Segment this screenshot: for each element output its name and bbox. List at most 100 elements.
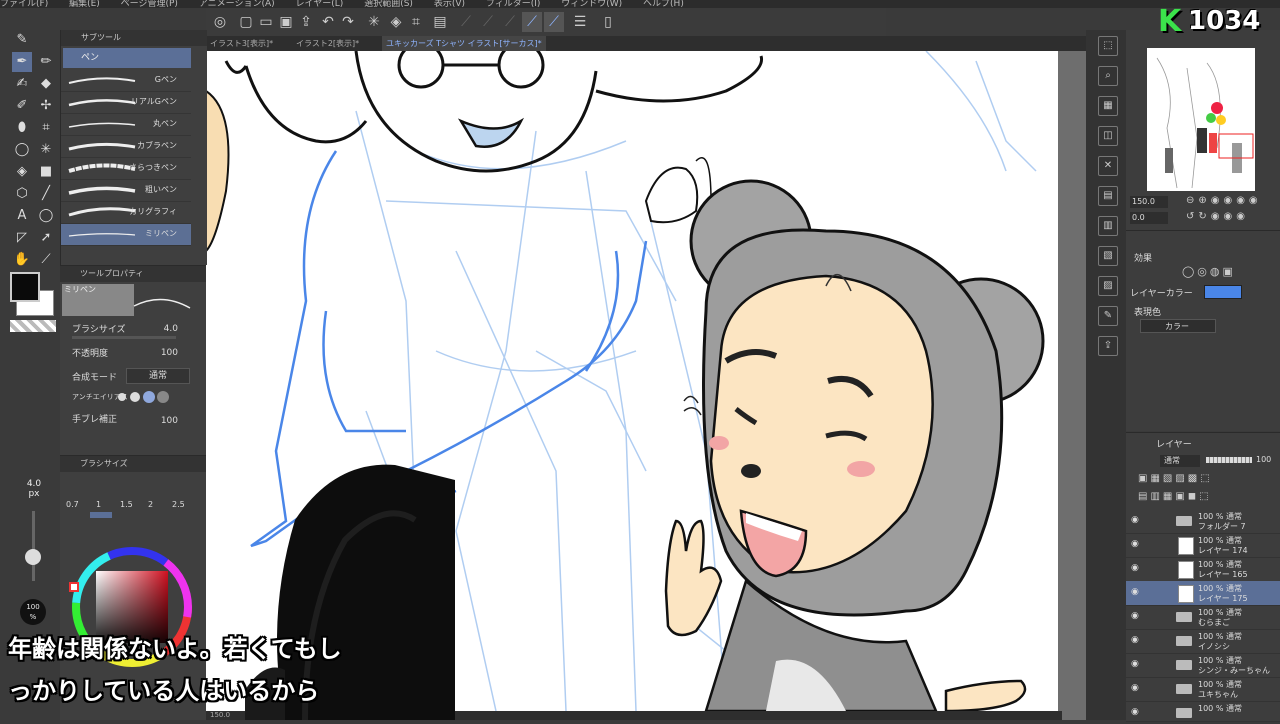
size-slider[interactable] xyxy=(32,511,35,581)
layer-row-selected[interactable]: ◉ 100 % 通常 レイヤー 175 xyxy=(1126,581,1280,606)
ruler-tool-icon[interactable]: ◸ xyxy=(12,228,32,248)
tab-illust3[interactable]: イラスト3[表示]* xyxy=(206,36,277,51)
menu-file[interactable]: ファイル(F) xyxy=(0,0,48,8)
menu-page[interactable]: ページ管理(P) xyxy=(121,0,178,8)
brush-milli-pen[interactable]: ミリペン xyxy=(61,224,191,246)
redo-icon[interactable]: ↷ xyxy=(338,12,358,32)
clip-studio-icon[interactable]: ◎ xyxy=(210,12,230,32)
eye-icon[interactable]: ◉ xyxy=(1131,659,1143,669)
brush-rough-pen[interactable]: さらつきペン xyxy=(61,158,191,180)
brush-tool-icon[interactable]: ✍ xyxy=(12,74,32,94)
save-icon[interactable]: ▣ xyxy=(276,12,296,32)
fill-icon[interactable]: ◈ xyxy=(386,12,406,32)
antialias-options[interactable] xyxy=(116,389,186,403)
opacity-value[interactable]: 100 xyxy=(161,348,178,358)
brush-coarse-pen[interactable]: 粗いペン xyxy=(61,180,191,202)
expression-color-select[interactable]: カラー xyxy=(1140,319,1216,333)
layer-tool-buttons[interactable]: ▣▦▧▨▩⬚ xyxy=(1138,473,1213,484)
eye-icon[interactable]: ◉ xyxy=(1131,563,1143,573)
menu-filter[interactable]: フィルター(I) xyxy=(486,0,541,8)
snap-off-icon[interactable]: ⟋ xyxy=(500,12,520,32)
stabilize-value[interactable]: 100 xyxy=(161,416,178,426)
eye-icon[interactable]: ◉ xyxy=(1131,683,1143,693)
grid-off-icon[interactable]: ⟋ xyxy=(478,12,498,32)
edit-icon[interactable]: ✎ xyxy=(1098,306,1118,326)
menu-animation[interactable]: アニメーション(A) xyxy=(199,0,275,8)
material-icon[interactable]: ⬚ xyxy=(1098,36,1118,56)
size-preset-2[interactable]: 1.5 xyxy=(120,500,133,509)
hand-tool-icon[interactable]: ✋ xyxy=(12,250,32,270)
pencil-tool-icon[interactable]: ✏ xyxy=(36,52,56,72)
layer-opacity-value[interactable]: 100 xyxy=(1256,455,1271,464)
menu-help[interactable]: ヘルプ(H) xyxy=(643,0,684,8)
brush-kabura-pen[interactable]: カブラペン xyxy=(61,136,191,158)
transform-icon[interactable]: ⌗ xyxy=(406,12,426,32)
search-icon[interactable]: ⌕ xyxy=(1098,66,1118,86)
tab-illust2[interactable]: イラスト2[表示]* xyxy=(292,36,363,51)
nav-rotate-input[interactable]: 0.0 xyxy=(1130,212,1168,224)
snap-ruler-icon[interactable]: ⟋ xyxy=(522,12,542,32)
layer-row[interactable]: ◉ 100 % 通常 フォルダー 7 xyxy=(1126,509,1280,534)
blend-mode-select[interactable]: 通常 xyxy=(126,368,190,384)
brush-head-icon[interactable]: ✎ xyxy=(12,30,32,50)
pen-tool-icon[interactable]: ✒ xyxy=(12,52,32,72)
new-file-icon[interactable]: ▢ xyxy=(236,12,256,32)
layer-row[interactable]: ◉ 100 % 通常 ユキちゃん xyxy=(1126,677,1280,702)
lasso-tool-icon[interactable]: ◯ xyxy=(12,140,32,160)
layer-row[interactable]: ◉ 100 % 通常 xyxy=(1126,701,1280,722)
canvas-icon[interactable]: ▤ xyxy=(430,12,450,32)
settings-list-icon[interactable]: ☰ xyxy=(570,12,590,32)
layer-action-buttons[interactable]: ▤▥▦▣◼⬚ xyxy=(1138,491,1212,502)
layer-blend-select[interactable]: 通常 xyxy=(1160,455,1200,467)
nav-rotate-buttons[interactable]: ↺↻◉◉◉ xyxy=(1186,211,1249,222)
open-file-icon[interactable]: ▭ xyxy=(256,12,276,32)
eye-icon[interactable]: ◉ xyxy=(1131,611,1143,621)
transparent-color[interactable] xyxy=(10,320,56,332)
gradient-tool-icon[interactable]: ■ xyxy=(36,162,56,182)
menu-view[interactable]: 表示(V) xyxy=(434,0,465,8)
subtool-group[interactable]: ペン xyxy=(63,48,191,68)
size-preset-4[interactable]: 2.5 xyxy=(172,500,185,509)
export-icon[interactable]: ⇪ xyxy=(296,12,316,32)
layer-row[interactable]: ◉ 100 % 通常 レイヤー 165 xyxy=(1126,557,1280,582)
eye-icon[interactable]: ◉ xyxy=(1131,635,1143,645)
menu-layer[interactable]: レイヤー(L) xyxy=(296,0,344,8)
decoration-tool-icon[interactable]: ✢ xyxy=(36,96,56,116)
navigator-thumbnail[interactable] xyxy=(1147,48,1255,191)
layer-row[interactable]: ◉ 100 % 通常 レイヤー 174 xyxy=(1126,533,1280,558)
layer-property-icon[interactable]: ▦ xyxy=(1098,96,1118,116)
mesh-tool-icon[interactable]: ⌗ xyxy=(36,118,56,138)
timeline-icon[interactable]: ▥ xyxy=(1098,216,1118,236)
tab-tshirt-illust[interactable]: ユキッカーズ Tシャツ イラスト[サーカス]* xyxy=(382,36,546,51)
brush-g-pen[interactable]: Gペン xyxy=(61,70,191,92)
airbrush-tool-icon[interactable]: ✐ xyxy=(12,96,32,116)
effect-buttons[interactable]: ◯◎◍▣ xyxy=(1182,265,1236,278)
smartphone-icon[interactable]: ▯ xyxy=(598,12,618,32)
nav-zoom-input[interactable]: 150.0 xyxy=(1130,196,1168,208)
eyedropper-tool-icon[interactable]: ⟋ xyxy=(36,250,56,270)
brush-maru-pen[interactable]: 丸ペン xyxy=(61,114,191,136)
auto-select-tool-icon[interactable]: ✳ xyxy=(36,140,56,160)
size-preset-3[interactable]: 2 xyxy=(148,500,153,509)
layer-row[interactable]: ◉ 100 % 通常 シンジ・みーちゃん xyxy=(1126,653,1280,678)
nav-zoom-buttons[interactable]: ⊖⊕◉◉◉◉ xyxy=(1186,195,1262,206)
eye-icon[interactable]: ◉ xyxy=(1131,707,1143,717)
brush-size-slider[interactable] xyxy=(72,336,176,339)
snap-special-icon[interactable]: ⟋ xyxy=(544,12,564,32)
text-tool-icon[interactable]: A xyxy=(12,206,32,226)
item-bank-icon[interactable]: ▨ xyxy=(1098,276,1118,296)
layer-search-icon[interactable]: ▤ xyxy=(1098,186,1118,206)
history-icon[interactable]: ◫ xyxy=(1098,126,1118,146)
layer-row[interactable]: ◉ 100 % 通常 むらまご xyxy=(1126,605,1280,630)
menu-edit[interactable]: 編集(E) xyxy=(69,0,100,8)
menu-window[interactable]: ウィンドウ(W) xyxy=(561,0,622,8)
auto-action-icon[interactable]: ▧ xyxy=(1098,246,1118,266)
size-preset-1[interactable]: 1 xyxy=(96,500,101,509)
undo-icon[interactable]: ↶ xyxy=(318,12,338,32)
export-panel-icon[interactable]: ⇪ xyxy=(1098,336,1118,356)
foreground-color[interactable] xyxy=(10,272,40,302)
clear-icon[interactable]: ✳ xyxy=(364,12,384,32)
eraser-tool-icon[interactable]: ◆ xyxy=(36,74,56,94)
layer-row[interactable]: ◉ 100 % 通常 イノシシ xyxy=(1126,629,1280,654)
layer-opacity-slider[interactable] xyxy=(1206,457,1252,463)
